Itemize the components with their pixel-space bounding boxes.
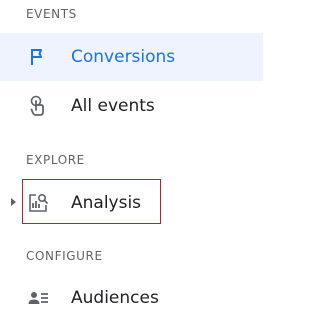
flag-icon [26,45,50,69]
nav-item-all-events[interactable]: All events [0,82,263,130]
section-header-explore: EXPLORE [26,153,85,167]
audiences-icon [26,286,50,310]
nav-item-conversions[interactable]: Conversions [0,33,263,81]
nav-label-audiences: Audiences [71,288,159,308]
touch-icon [26,94,50,118]
highlight-box [22,179,161,224]
nav-label-all-events: All events [71,96,155,116]
section-header-configure: CONFIGURE [26,249,103,263]
nav-item-audiences[interactable]: Audiences [0,274,263,322]
section-header-events: EVENTS [26,7,77,21]
nav-label-conversions: Conversions [71,47,176,67]
